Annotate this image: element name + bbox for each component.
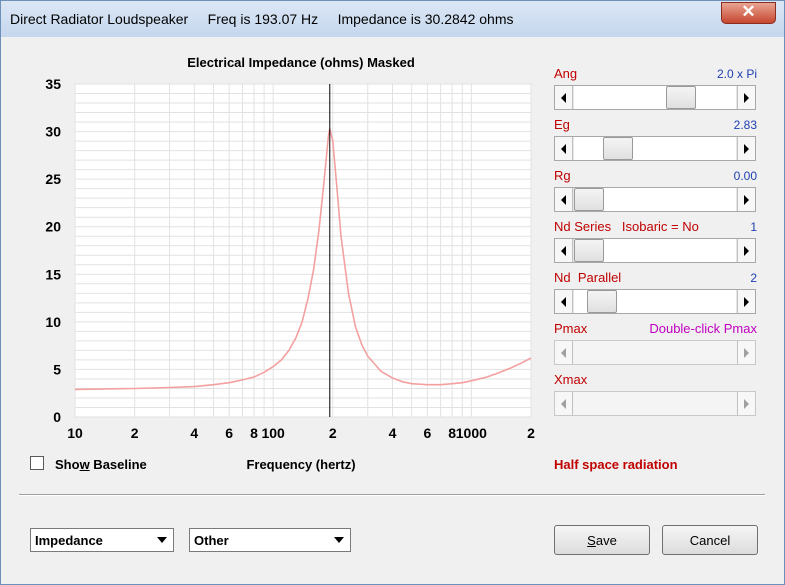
param-label: Eg bbox=[554, 117, 570, 132]
arrow-right-icon[interactable] bbox=[737, 188, 755, 211]
param-label: Rg bbox=[554, 168, 571, 183]
scroll-thumb[interactable] bbox=[574, 239, 604, 262]
param-scrollbar bbox=[554, 340, 756, 365]
close-button[interactable]: ✕ bbox=[721, 2, 776, 24]
param-value: 1 bbox=[750, 220, 757, 234]
y-tick-label: 15 bbox=[45, 266, 61, 282]
dialog-window: Direct Radiator Loudspeaker Freq is 193.… bbox=[0, 0, 785, 585]
scroll-thumb[interactable] bbox=[587, 290, 617, 313]
chevron-down-icon[interactable] bbox=[329, 530, 349, 550]
pmax-hint[interactable]: Double-click Pmax bbox=[609, 321, 757, 336]
save-button[interactable]: Save bbox=[554, 525, 650, 555]
y-tick-label: 5 bbox=[53, 361, 61, 377]
arrow-left-icon[interactable] bbox=[555, 86, 573, 109]
x-axis-label: Frequency (hertz) bbox=[246, 457, 355, 472]
arrow-right-icon bbox=[737, 392, 755, 415]
scroll-track[interactable] bbox=[574, 86, 736, 109]
chevron-down-icon[interactable] bbox=[152, 530, 172, 550]
arrow-right-icon[interactable] bbox=[737, 137, 755, 160]
scroll-thumb[interactable] bbox=[666, 86, 696, 109]
param-value: 2.83 bbox=[733, 118, 757, 132]
plot-type-value: Impedance bbox=[35, 533, 103, 548]
arrow-right-icon bbox=[737, 341, 755, 364]
x-tick-label: 6 bbox=[423, 425, 431, 441]
param-scrollbar[interactable] bbox=[554, 187, 756, 212]
arrow-left-icon bbox=[555, 392, 573, 415]
scroll-thumb[interactable] bbox=[574, 188, 604, 211]
x-tick-label: 100 bbox=[261, 425, 285, 441]
y-tick-label: 10 bbox=[45, 314, 61, 330]
x-tick-label: 8 bbox=[250, 425, 258, 441]
scroll-track bbox=[574, 392, 736, 415]
param-label: Pmax bbox=[554, 321, 588, 336]
arrow-left-icon[interactable] bbox=[555, 239, 573, 262]
scroll-track[interactable] bbox=[574, 137, 736, 160]
client-area: Electrical Impedance (ohms) Masked 0 5 10 1… bbox=[9, 37, 777, 580]
x-tick-label: 6 bbox=[225, 425, 233, 441]
show-baseline-checkbox[interactable] bbox=[30, 456, 44, 470]
param-scrollbar[interactable] bbox=[554, 289, 756, 314]
y-tick-label: 0 bbox=[53, 409, 61, 425]
scroll-track[interactable] bbox=[574, 239, 736, 262]
plot-type-select[interactable]: Impedance bbox=[30, 528, 174, 552]
cancel-button[interactable]: Cancel bbox=[662, 525, 758, 555]
param-scrollbar bbox=[554, 391, 756, 416]
param-value: 0.00 bbox=[733, 169, 757, 183]
arrow-left-icon bbox=[555, 341, 573, 364]
x-tick-label: 2 bbox=[329, 425, 337, 441]
x-tick-label: 4 bbox=[389, 425, 397, 441]
param-scrollbar[interactable] bbox=[554, 85, 756, 110]
chart-title: Electrical Impedance (ohms) Masked bbox=[187, 55, 415, 70]
scroll-track bbox=[574, 341, 736, 364]
param-label: Xmax bbox=[554, 372, 588, 387]
radiation-note: Half space radiation bbox=[554, 457, 678, 472]
param-value: 2.0 x Pi bbox=[716, 67, 757, 81]
arrow-left-icon[interactable] bbox=[555, 188, 573, 211]
other-value: Other bbox=[194, 533, 229, 548]
window-title: Direct Radiator Loudspeaker Freq is 193.… bbox=[10, 11, 514, 27]
impedance-chart: Electrical Impedance (ohms) Masked 0 5 10 1… bbox=[45, 55, 535, 472]
x-tick-label: 1000 bbox=[456, 425, 487, 441]
scroll-track[interactable] bbox=[574, 290, 736, 313]
x-tick-label: 10 bbox=[67, 425, 83, 441]
close-icon: ✕ bbox=[741, 2, 756, 21]
x-tick-label: 2 bbox=[527, 425, 535, 441]
scroll-thumb[interactable] bbox=[603, 137, 633, 160]
param-label: Ang bbox=[554, 66, 578, 81]
y-tick-label: 25 bbox=[45, 171, 61, 187]
x-axis-ticks: 10 2 4 6 8 100 2 4 6 8 1000 2 bbox=[67, 425, 535, 441]
param-scrollbar[interactable] bbox=[554, 238, 756, 263]
arrow-left-icon[interactable] bbox=[555, 137, 573, 160]
arrow-right-icon[interactable] bbox=[737, 86, 755, 109]
show-baseline-label[interactable]: Show Baseline bbox=[55, 457, 147, 472]
param-value: 2 bbox=[750, 271, 757, 285]
scroll-track[interactable] bbox=[574, 188, 736, 211]
arrow-left-icon[interactable] bbox=[555, 290, 573, 313]
title-bar: Direct Radiator Loudspeaker Freq is 193.… bbox=[1, 1, 784, 37]
param-scrollbar[interactable] bbox=[554, 136, 756, 161]
y-tick-label: 35 bbox=[45, 76, 61, 92]
separator bbox=[19, 494, 765, 496]
y-axis-ticks: 0 5 10 15 20 25 30 35 bbox=[45, 76, 61, 425]
x-tick-label: 4 bbox=[190, 425, 198, 441]
other-select[interactable]: Other bbox=[189, 528, 351, 552]
x-tick-label: 2 bbox=[131, 425, 139, 441]
y-tick-label: 30 bbox=[45, 124, 61, 140]
arrow-right-icon[interactable] bbox=[737, 290, 755, 313]
y-tick-label: 20 bbox=[45, 219, 61, 235]
arrow-right-icon[interactable] bbox=[737, 239, 755, 262]
